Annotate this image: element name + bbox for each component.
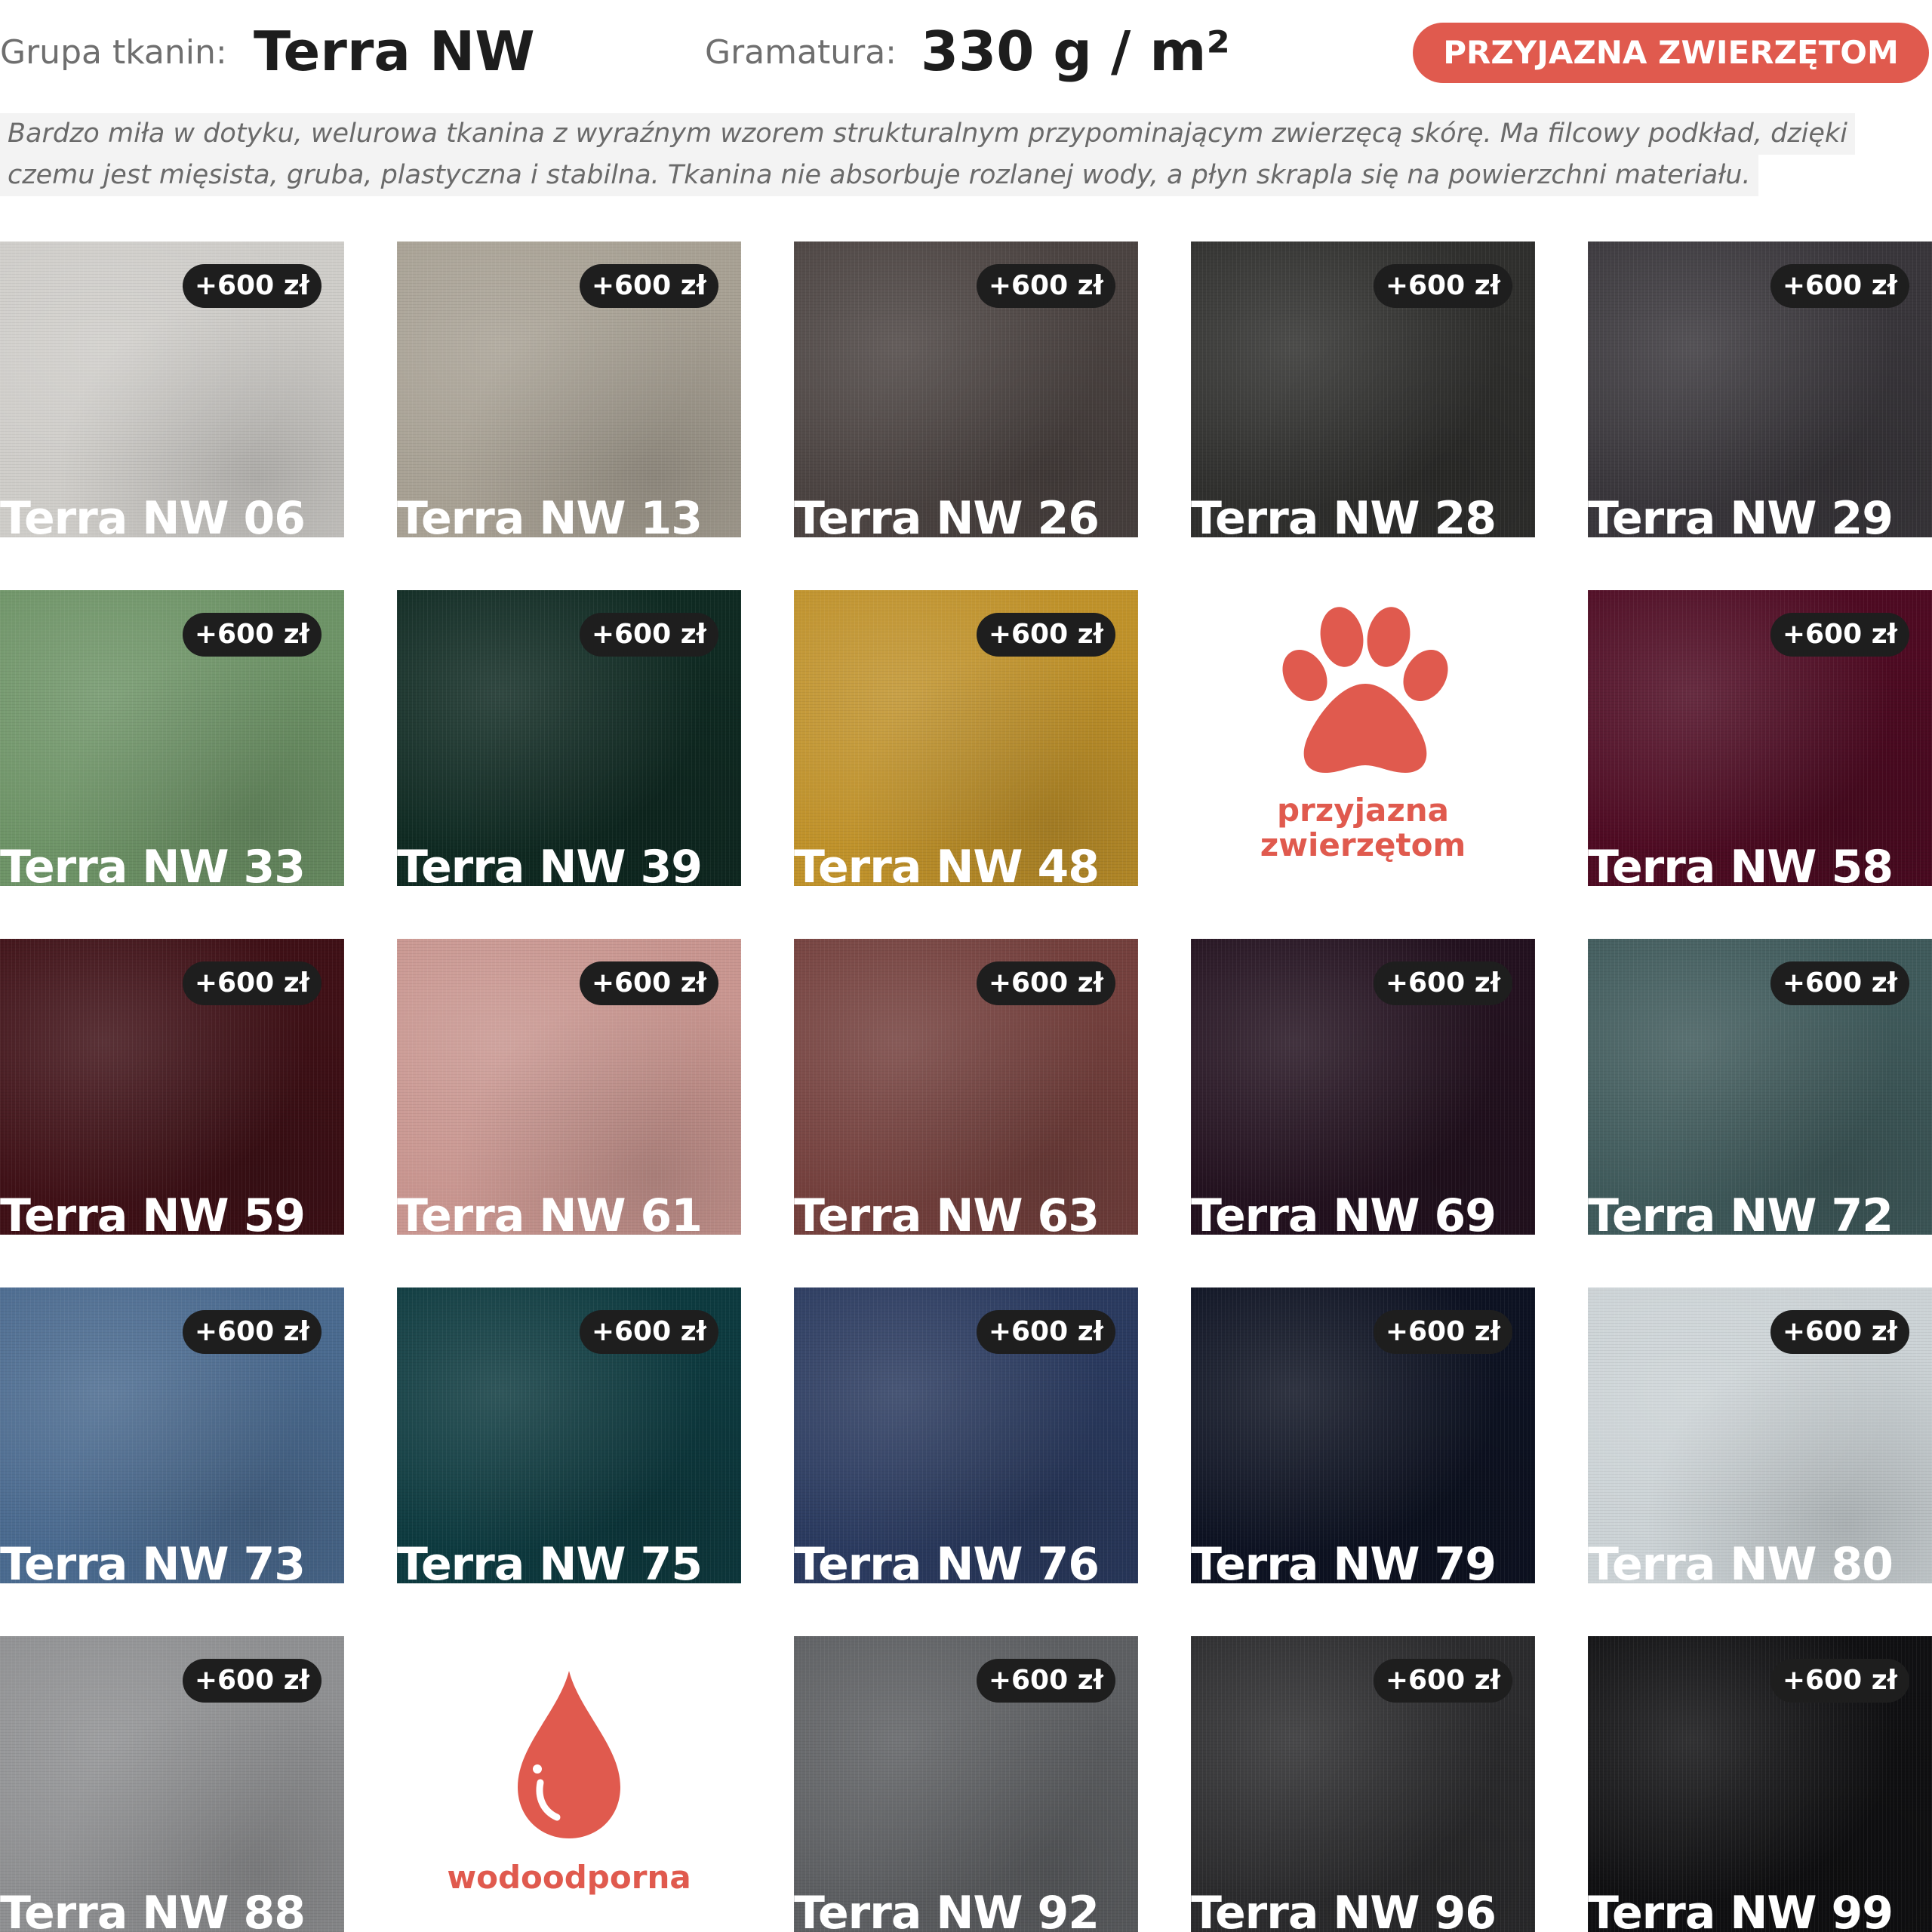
weight-label: Gramatura: (705, 33, 897, 72)
swatch-terra-nw-72[interactable]: +600 zł Terra NW 72 (1588, 939, 1932, 1235)
price-badge: +600 zł (1373, 1310, 1512, 1354)
swatch-name: Terra NW 69 (1191, 1189, 1497, 1235)
price-badge: +600 zł (1770, 1659, 1909, 1703)
swatch-terra-nw-63[interactable]: +600 zł Terra NW 63 (794, 939, 1138, 1235)
swatch-name: Terra NW 13 (397, 492, 703, 537)
swatch-grid: +600 zł Terra NW 06 +600 zł Terra NW 13 … (0, 242, 1932, 1932)
swatch-name: Terra NW 92 (794, 1887, 1100, 1932)
price-badge: +600 zł (182, 1659, 321, 1703)
swatch-terra-nw-88[interactable]: +600 zł Terra NW 88 (0, 1636, 344, 1932)
swatch-name: Terra NW 99 (1588, 1887, 1894, 1932)
price-badge: +600 zł (976, 264, 1115, 308)
swatch-name: Terra NW 29 (1588, 492, 1894, 537)
swatch-terra-nw-75[interactable]: +600 zł Terra NW 75 (397, 1287, 741, 1583)
price-badge: +600 zł (1770, 613, 1909, 657)
swatch-name: Terra NW 88 (0, 1887, 306, 1932)
fabric-group-label: Grupa tkanin: (0, 33, 227, 72)
swatch-name: Terra NW 33 (0, 841, 306, 886)
fabric-group-name: Terra NW (254, 20, 535, 83)
header: Grupa tkanin: Terra NW Gramatura: 330 g … (0, 0, 1932, 113)
swatch-name: Terra NW 26 (794, 492, 1100, 537)
price-badge: +600 zł (182, 264, 321, 308)
pet-friendly-label-line-2: zwierzętom (1260, 826, 1466, 863)
pet-friendly-badge: PRZYJAZNA ZWIERZĘTOM (1413, 23, 1929, 83)
swatch-terra-nw-61[interactable]: +600 zł Terra NW 61 (397, 939, 741, 1235)
swatch-terra-nw-80[interactable]: +600 zł Terra NW 80 (1588, 1287, 1932, 1583)
price-badge: +600 zł (1373, 961, 1512, 1005)
swatch-terra-nw-99[interactable]: +600 zł Terra NW 99 (1588, 1636, 1932, 1932)
swatch-name: Terra NW 06 (0, 492, 306, 537)
price-badge: +600 zł (579, 961, 718, 1005)
swatch-name: Terra NW 75 (397, 1538, 703, 1583)
price-badge: +600 zł (1770, 961, 1909, 1005)
swatch-terra-nw-76[interactable]: +600 zł Terra NW 76 (794, 1287, 1138, 1583)
swatch-terra-nw-06[interactable]: +600 zł Terra NW 06 (0, 242, 344, 537)
swatch-name: Terra NW 72 (1588, 1189, 1894, 1235)
price-badge: +600 zł (1770, 1310, 1909, 1354)
swatch-terra-nw-33[interactable]: +600 zł Terra NW 33 (0, 590, 344, 886)
swatch-terra-nw-79[interactable]: +600 zł Terra NW 79 (1191, 1287, 1535, 1583)
pet-friendly-label-line-1: przyjazna (1276, 792, 1450, 829)
swatch-terra-nw-26[interactable]: +600 zł Terra NW 26 (794, 242, 1138, 537)
swatch-name: Terra NW 63 (794, 1189, 1100, 1235)
swatch-terra-nw-69[interactable]: +600 zł Terra NW 69 (1191, 939, 1535, 1235)
fabric-description: Bardzo miła w dotyku, welurowa tkanina z… (0, 113, 1855, 196)
swatch-terra-nw-73[interactable]: +600 zł Terra NW 73 (0, 1287, 344, 1583)
swatch-name: Terra NW 61 (397, 1189, 703, 1235)
description-line-1: Bardzo miła w dotyku, welurowa tkanina z… (0, 113, 1855, 155)
price-badge: +600 zł (182, 961, 321, 1005)
price-badge: +600 zł (1373, 264, 1512, 308)
swatch-terra-nw-28[interactable]: +600 zł Terra NW 28 (1191, 242, 1535, 537)
price-badge: +600 zł (1373, 1659, 1512, 1703)
swatch-name: Terra NW 80 (1588, 1538, 1894, 1583)
price-badge: +600 zł (182, 613, 321, 657)
price-badge: +600 zł (976, 1310, 1115, 1354)
waterproof-label: wodoodporna (447, 1859, 691, 1896)
price-badge: +600 zł (579, 1310, 718, 1354)
swatch-terra-nw-59[interactable]: +600 zł Terra NW 59 (0, 939, 344, 1235)
swatch-name: Terra NW 76 (794, 1538, 1100, 1583)
price-badge: +600 zł (579, 264, 718, 308)
swatch-name: Terra NW 96 (1191, 1887, 1497, 1932)
price-badge: +600 zł (976, 961, 1115, 1005)
swatch-terra-nw-39[interactable]: +600 zł Terra NW 39 (397, 590, 741, 886)
price-badge: +600 zł (1770, 264, 1909, 308)
weight-value: 330 g / m² (921, 20, 1230, 83)
swatch-terra-nw-92[interactable]: +600 zł Terra NW 92 (794, 1636, 1138, 1932)
swatch-terra-nw-29[interactable]: +600 zł Terra NW 29 (1588, 242, 1932, 537)
pet-friendly-feature: przyjazna zwierzętom (1191, 590, 1535, 886)
swatch-name: Terra NW 48 (794, 841, 1100, 886)
swatch-name: Terra NW 39 (397, 841, 703, 886)
swatch-name: Terra NW 59 (0, 1189, 306, 1235)
swatch-name: Terra NW 58 (1588, 841, 1894, 886)
swatch-terra-nw-48[interactable]: +600 zł Terra NW 48 (794, 590, 1138, 886)
swatch-name: Terra NW 79 (1191, 1538, 1497, 1583)
price-badge: +600 zł (976, 613, 1115, 657)
price-badge: +600 zł (579, 613, 718, 657)
swatch-terra-nw-96[interactable]: +600 zł Terra NW 96 (1191, 1636, 1535, 1932)
price-badge: +600 zł (976, 1659, 1115, 1703)
swatch-terra-nw-58[interactable]: +600 zł Terra NW 58 (1588, 590, 1932, 886)
swatch-name: Terra NW 73 (0, 1538, 306, 1583)
swatch-terra-nw-13[interactable]: +600 zł Terra NW 13 (397, 242, 741, 537)
price-badge: +600 zł (182, 1310, 321, 1354)
waterproof-feature: wodoodporna (397, 1636, 741, 1932)
swatch-name: Terra NW 28 (1191, 492, 1497, 537)
description-line-2: czemu jest mięsista, gruba, plastyczna i… (0, 155, 1758, 196)
